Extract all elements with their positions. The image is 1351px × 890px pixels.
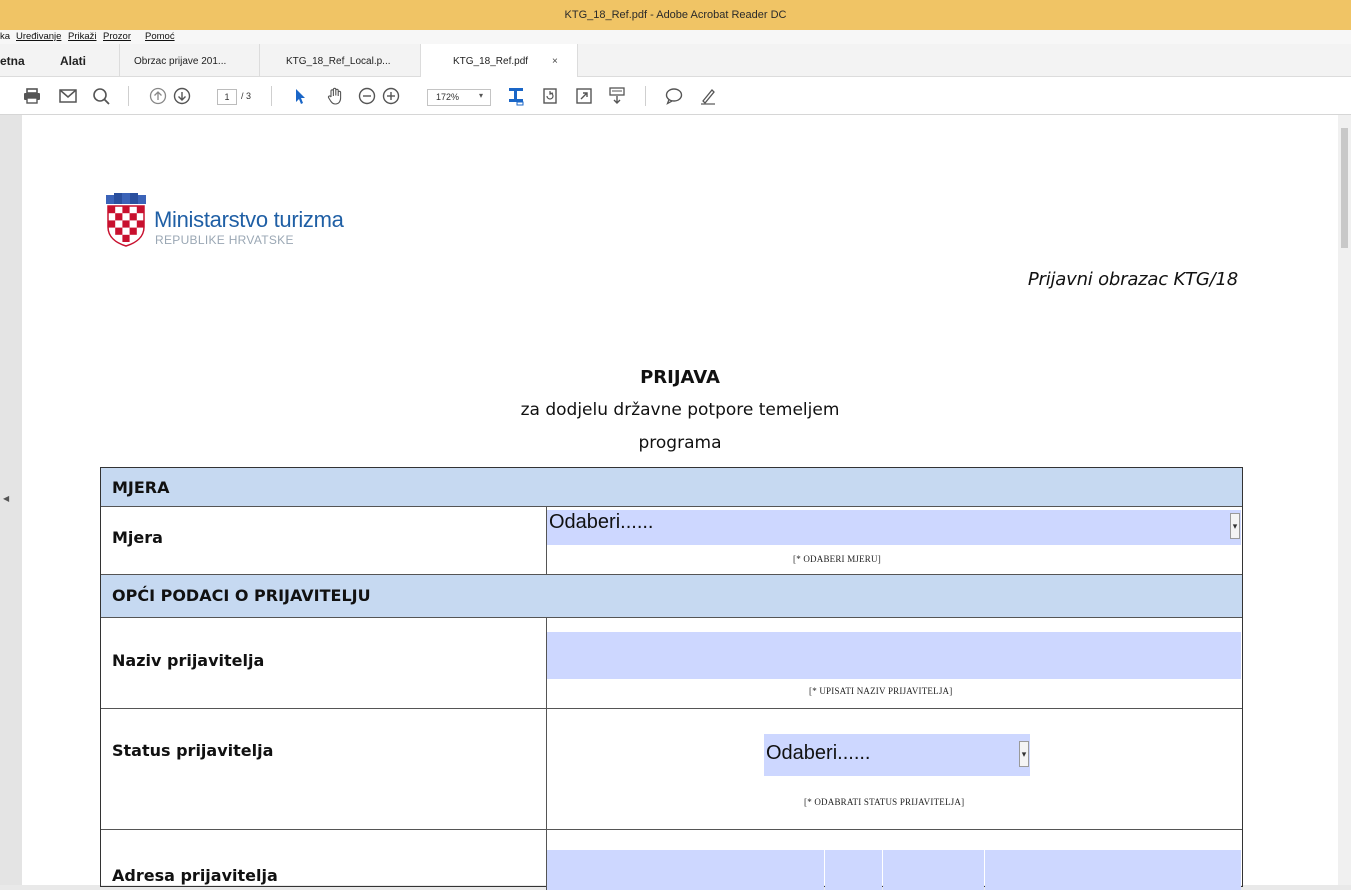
field-hint: [* ODABRATI STATUS PRIJAVITELJA] [804,797,965,807]
menu-bar: ka Uređivanje Prikaži Prozor Pomoć [0,30,1351,44]
zoom-level-select[interactable]: 172% ▾ [427,89,491,106]
field-label: Status prijavitelja [112,741,274,760]
document-viewer[interactable]: ◀ Ministarstvo turizma REPUBLIKE HRVATSK… [0,115,1351,890]
form-identifier: Prijavni obrazac KTG/18 [1027,269,1238,290]
status-select-value: Odaberi...... [766,742,871,764]
toolbar-separator [645,86,646,106]
zoom-in-icon[interactable] [381,86,401,106]
section-title: OPĆI PODACI O PRIJAVITELJU [112,586,371,605]
tab-document-1[interactable]: Obrzac prijave 201... [119,44,260,77]
comment-icon[interactable] [664,86,684,106]
hand-icon[interactable] [325,86,345,106]
measure-select[interactable]: Odaberi...... ▾ [547,510,1241,545]
measure-select-value: Odaberi...... [549,511,654,533]
ministry-subtitle: REPUBLIKE HRVATSKE [155,233,294,247]
address-number-input[interactable] [825,850,882,890]
section-measure-header: MJERA [101,468,1242,507]
page-up-icon[interactable] [148,86,168,106]
menu-item-edit[interactable]: Uređivanje [16,31,61,42]
toolbar-separator [271,86,272,106]
vertical-scrollbar[interactable] [1338,115,1351,885]
application-form-table: MJERA Mjera Odaberi...... ▾ [* ODABERI M… [100,467,1243,890]
tab-label: Obrzac prijave 201... [134,56,227,67]
menu-item-window[interactable]: Prozor [103,31,131,42]
rotate-icon[interactable] [540,86,560,106]
address-postcode-input[interactable] [883,850,984,890]
sign-icon[interactable] [698,86,718,106]
croatian-coat-of-arms-logo [106,193,146,247]
form-subheading-line1: za dodjelu državne potpore temeljem [520,400,840,420]
email-icon[interactable] [58,86,78,106]
toolbar-separator [128,86,129,106]
chevron-down-icon[interactable]: ▾ [1019,741,1029,767]
zoom-level-value: 172% [436,92,460,102]
form-heading: PRIJAVA [640,367,720,388]
menu-item-help[interactable]: Pomoć [145,31,175,42]
tab-document-active[interactable]: KTG_18_Ref.pdf × [421,44,578,77]
zoom-out-icon[interactable] [357,86,377,106]
form-subheading-line2: programa [638,433,722,453]
chevron-down-icon[interactable]: ▾ [1230,513,1240,539]
search-icon[interactable] [91,86,111,106]
field-label: Naziv prijavitelja [112,651,265,670]
field-label: Mjera [112,528,163,547]
tab-document-2[interactable]: KTG_18_Ref_Local.p... [260,44,421,77]
field-hint: [* UPISATI NAZIV PRIJAVITELJA] [809,686,953,696]
print-icon[interactable] [22,86,42,106]
page-down-icon[interactable] [172,86,192,106]
applicant-status-select[interactable]: Odaberi...... ▾ [764,734,1030,776]
fit-page-icon[interactable] [506,86,526,106]
page-total: / 3 [241,91,252,101]
collapse-left-panel-icon[interactable]: ◀ [3,494,9,503]
full-screen-icon[interactable] [574,86,594,106]
column-divider [546,709,547,830]
pdf-page: Ministarstvo turizma REPUBLIKE HRVATSKE … [22,115,1338,890]
form-row-applicant-status: Status prijavitelja Odaberi...... ▾ [* O… [101,709,1242,830]
menu-item-file[interactable]: ka [0,31,10,42]
select-cursor-icon[interactable] [290,86,310,106]
scroll-mode-icon[interactable] [607,86,627,106]
scrollbar-thumb[interactable] [1341,128,1348,248]
section-title: MJERA [112,478,170,497]
address-street-input[interactable] [547,850,824,890]
tab-label: KTG_18_Ref.pdf [453,56,529,67]
address-city-input[interactable] [985,850,1241,890]
toolbar: 1 / 3 172% ▾ [0,77,1351,115]
field-hint: [* ODABERI MJERU] [793,554,881,564]
page-number-input[interactable]: 1 [217,89,237,105]
tab-bar: etna Alati Obrzac prijave 201... KTG_18_… [0,44,1351,77]
title-bar: KTG_18_Ref.pdf - Adobe Acrobat Reader DC [0,0,1351,30]
form-row-measure: Mjera Odaberi...... ▾ [* ODABERI MJERU] [101,507,1242,575]
applicant-name-input[interactable] [547,632,1241,679]
tab-home[interactable]: etna [0,44,48,77]
field-label: Adresa prijavitelja [112,866,278,885]
menu-item-view[interactable]: Prikaži [68,31,97,42]
chevron-down-icon: ▾ [478,91,483,100]
window-title: KTG_18_Ref.pdf - Adobe Acrobat Reader DC [564,9,787,21]
ministry-name: Ministarstvo turizma [154,207,344,232]
tab-tools[interactable]: Alati [60,44,118,77]
section-general-header: OPĆI PODACI O PRIJAVITELJU [101,575,1242,618]
tab-label: KTG_18_Ref_Local.p... [286,56,391,67]
form-row-applicant-address: Adresa prijavitelja [101,830,1242,890]
close-tab-icon[interactable]: × [552,56,558,67]
form-row-applicant-name: Naziv prijavitelja [* UPISATI NAZIV PRIJ… [101,618,1242,709]
